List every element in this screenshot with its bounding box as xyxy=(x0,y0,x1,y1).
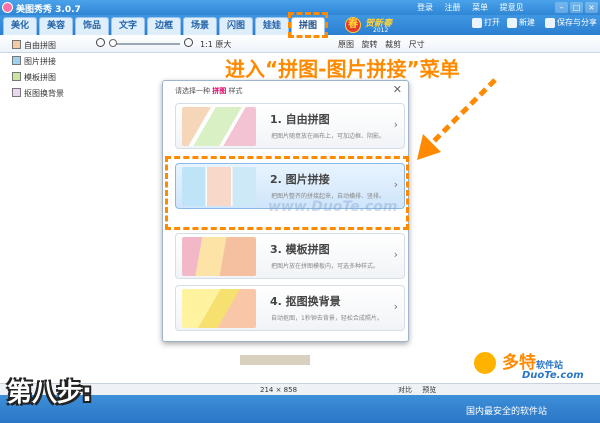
close-icon[interactable]: × xyxy=(585,2,598,13)
original-size-button[interactable]: 1:1 原大 xyxy=(200,39,231,50)
plus-icon xyxy=(507,17,517,28)
tab-frame[interactable]: 边框 xyxy=(147,17,181,35)
zoom-in-icon[interactable] xyxy=(184,38,193,47)
dialog-header-highlight: 拼图 xyxy=(212,87,227,95)
sidebar-item-label: 自由拼图 xyxy=(24,41,56,50)
dialog-header-suffix: 样式 xyxy=(228,87,243,95)
zoom-slider-handle[interactable] xyxy=(109,39,117,47)
option-free-collage[interactable]: 1. 自由拼图 把图片随意放在画布上，可加边框、阴影。 › xyxy=(175,103,405,149)
save-share-button[interactable]: 保存与分享 xyxy=(545,17,597,31)
film-strip xyxy=(240,355,310,365)
new-button[interactable]: 新建 xyxy=(507,17,535,31)
title-links: 登录 注册 菜单 提意见 xyxy=(417,2,533,13)
globe-icon xyxy=(472,350,498,376)
tab-accessories[interactable]: 饰品 xyxy=(75,17,109,35)
tab-beautify[interactable]: 美化 xyxy=(3,17,37,35)
sidebar-item-stitch[interactable]: 图片拼接 xyxy=(12,56,56,67)
compare-button[interactable]: 对比 xyxy=(398,386,412,394)
login-link[interactable]: 登录 xyxy=(417,3,433,12)
chevron-right-icon: › xyxy=(393,248,398,261)
folder-icon xyxy=(472,17,482,28)
step-label: 第八步: xyxy=(7,378,92,407)
template-collage-thumbnail xyxy=(182,237,256,276)
option-description: 把图片放在拼图模板内，可选多种样式。 xyxy=(271,263,380,270)
sidebar-item-label: 图片拼接 xyxy=(24,57,56,66)
sidebar-item-free-collage[interactable]: 自由拼图 xyxy=(12,40,56,51)
festive-badge: 春 xyxy=(345,17,361,33)
tab-text[interactable]: 文字 xyxy=(111,17,145,35)
save-icon xyxy=(545,17,555,28)
stitch-option-highlight xyxy=(165,156,409,230)
sidebar-item-label: 抠图换背景 xyxy=(24,89,64,98)
option-title: 3. 模板拼图 xyxy=(270,243,330,256)
original-image-button[interactable]: 原图 xyxy=(338,40,354,49)
option-cutout-background[interactable]: 4. 抠图换背景 自动抠图，1秒钟去背景，轻松合成照片。 › xyxy=(175,285,405,331)
dialog-header: 请选择一种 拼图 样式 xyxy=(175,86,242,96)
edit-tools: 原图 旋转 裁剪 尺寸 xyxy=(338,39,430,50)
new-label: 新建 xyxy=(519,18,535,27)
option-title: 1. 自由拼图 xyxy=(270,113,330,126)
option-description: 把图片随意放在画布上，可加边框、阴影。 xyxy=(271,133,386,140)
option-title: 4. 抠图换背景 xyxy=(270,295,341,308)
tab-doll[interactable]: 娃娃 xyxy=(255,17,289,35)
pointer-arrow-icon xyxy=(417,78,497,160)
left-panel xyxy=(0,53,90,383)
register-link[interactable]: 注册 xyxy=(445,3,461,12)
free-collage-icon xyxy=(12,40,21,49)
option-template-collage[interactable]: 3. 模板拼图 把图片放在拼图模板内，可选多种样式。 › xyxy=(175,233,405,279)
watermark: www.DuoTe.com xyxy=(268,199,398,215)
app-logo-icon xyxy=(2,2,13,13)
open-button[interactable]: 打开 xyxy=(472,17,500,31)
template-icon xyxy=(12,72,21,81)
rotate-button[interactable]: 旋转 xyxy=(362,40,378,49)
sidebar-item-label: 模板拼图 xyxy=(24,73,56,82)
zoom-out-icon[interactable] xyxy=(96,38,105,47)
open-label: 打开 xyxy=(484,18,500,27)
maximize-icon[interactable]: □ xyxy=(570,2,583,13)
crop-button[interactable]: 裁剪 xyxy=(385,40,401,49)
stitch-icon xyxy=(12,56,21,65)
zoom-slider[interactable] xyxy=(110,43,180,45)
minimize-icon[interactable]: – xyxy=(555,2,568,13)
window-controls: – □ × xyxy=(555,2,598,13)
tab-scene[interactable]: 场景 xyxy=(183,17,217,35)
save-label: 保存与分享 xyxy=(557,18,597,27)
app-title: 美图秀秀 3.0.7 xyxy=(16,5,81,15)
sidebar-item-template[interactable]: 模板拼图 xyxy=(12,72,56,83)
festive-banner: 春 贺新春 2012 xyxy=(333,15,408,35)
chevron-right-icon: › xyxy=(393,300,398,313)
menu-link[interactable]: 菜单 xyxy=(472,3,488,12)
collage-tab-highlight xyxy=(288,12,328,38)
brand-slogan: 国内最安全的软件站 xyxy=(466,407,548,417)
feedback-link[interactable]: 提意见 xyxy=(500,3,524,12)
cutout-icon xyxy=(12,88,21,97)
festive-year: 2012 xyxy=(373,27,389,34)
brand-url: DuoTe.com xyxy=(522,370,584,381)
tab-flash[interactable]: 闪图 xyxy=(219,17,253,35)
preview-button[interactable]: 预览 xyxy=(422,386,436,394)
size-button[interactable]: 尺寸 xyxy=(409,40,425,49)
free-collage-thumbnail xyxy=(182,107,256,146)
sidebar-item-cutout[interactable]: 抠图换背景 xyxy=(12,88,64,99)
image-dimensions: 214 × 858 xyxy=(260,386,298,394)
chevron-right-icon: › xyxy=(393,118,398,131)
tab-makeup[interactable]: 美容 xyxy=(39,17,73,35)
status-buttons: 对比 预览 xyxy=(398,385,444,395)
cutout-background-thumbnail xyxy=(182,289,256,328)
dialog-close-icon[interactable]: ✕ xyxy=(393,83,402,96)
dialog-header-prefix: 请选择一种 xyxy=(175,87,210,95)
option-description: 自动抠图，1秒钟去背景，轻松合成照片。 xyxy=(271,315,383,322)
